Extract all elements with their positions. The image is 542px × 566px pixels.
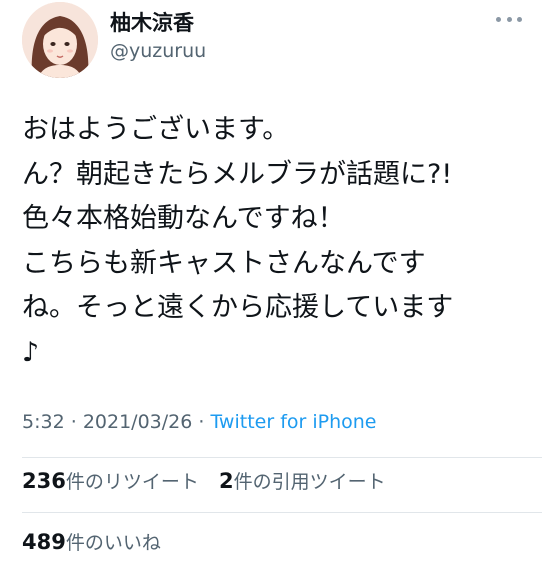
retweets-label: 件のリツイート — [65, 471, 199, 493]
tweet-time[interactable]: 5:32 — [22, 411, 65, 433]
more-dot — [517, 16, 522, 22]
tweet-detail: 柚木涼香 @yuzuruu おはようございます。 ん？朝起きたらメルブラが話題に… — [0, 0, 542, 566]
quotes-stat[interactable]: 2件の引用ツイート — [218, 469, 386, 493]
tweet-text: おはようございます。 ん？朝起きたらメルブラが話題に?! 色々本格始動なんですね… — [22, 108, 527, 375]
tweet-meta: 5:32 · 2021/03/26 · Twitter for iPhone — [22, 408, 377, 436]
tweet-text-line: ん？朝起きたらメルブラが話題に?! — [22, 158, 453, 190]
tweet-text-line: こちらも新キャストさんなんです — [22, 247, 426, 279]
likes-count: 489 — [22, 530, 66, 554]
meta-separator: · — [70, 411, 77, 433]
quotes-label: 件の引用ツイート — [233, 471, 386, 493]
avatar-illustration — [22, 2, 98, 78]
likes-stat[interactable]: 489件のいいね — [22, 530, 161, 554]
likes-stats: 489件のいいね — [22, 528, 161, 557]
more-dot — [506, 16, 512, 22]
divider — [22, 512, 542, 513]
meta-separator: · — [198, 411, 205, 433]
retweets-stat[interactable]: 236件のリツイート — [22, 469, 199, 493]
tweet-text-line: ♪ — [22, 336, 40, 368]
user-names: 柚木涼香 @yuzuruu — [110, 10, 206, 64]
retweets-count: 236 — [22, 469, 66, 493]
quotes-count: 2 — [218, 469, 234, 493]
display-name[interactable]: 柚木涼香 — [110, 10, 206, 36]
retweet-quote-stats: 236件のリツイート 2件の引用ツイート — [22, 467, 386, 496]
tweet-date[interactable]: 2021/03/26 — [83, 411, 193, 433]
tweet-text-line: ね。そっと遠くから応援しています — [22, 292, 454, 323]
tweet-source-link[interactable]: Twitter for iPhone — [210, 411, 376, 433]
avatar[interactable] — [22, 2, 98, 78]
likes-label: 件のいいね — [65, 532, 161, 554]
tweet-text-line: 色々本格始動なんですね！ — [22, 203, 345, 234]
more-horizontal-icon[interactable] — [496, 12, 522, 26]
tweet-text-line: おはようございます。 — [22, 114, 290, 145]
user-handle[interactable]: @yuzuruu — [110, 38, 206, 64]
tweet-header: 柚木涼香 @yuzuruu — [22, 0, 522, 80]
more-dot — [496, 16, 501, 22]
divider — [22, 457, 542, 458]
